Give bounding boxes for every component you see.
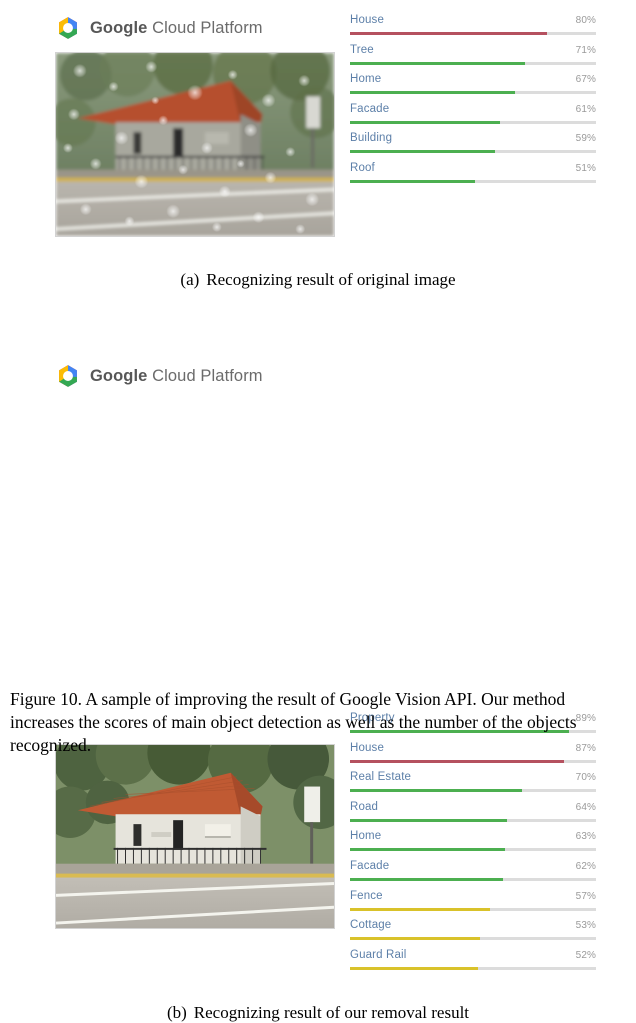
gcp-brand-google-b: Google [90, 366, 148, 385]
vision-result-row: Cottage 53% [350, 919, 596, 949]
vision-result-row: Facade 61% [350, 103, 596, 133]
vision-result-percent: 80% [575, 15, 596, 26]
vision-result-percent: 51% [575, 162, 596, 174]
gcp-brand-google-a: Google [90, 18, 148, 37]
vision-result-bar [350, 120, 501, 124]
gcp-brand-cloud-platform-a: Cloud Platform [147, 18, 263, 37]
vision-result-percent: 59% [575, 133, 596, 145]
gcp-wordmark-b: Google Cloud Platform [90, 367, 263, 386]
vision-result-row: Roof 51% [350, 162, 596, 192]
vision-result-bar [350, 789, 523, 793]
vision-result-bar [350, 150, 496, 154]
gcp-hexagon-icon [55, 363, 81, 389]
vision-result-label: Real Estate [350, 771, 412, 784]
vision-result-track [350, 61, 596, 65]
vision-result-label: House [350, 14, 384, 26]
vision-result-bar [350, 907, 491, 911]
vision-result-label: Tree [350, 43, 374, 56]
vision-result-track [350, 818, 596, 822]
subcaption-b-text: Recognizing result of our removal result [193, 1003, 470, 1022]
vision-result-percent: 71% [575, 44, 596, 56]
source-photo-original [55, 52, 335, 237]
gcp-header-a: Google Cloud Platform [55, 14, 263, 42]
vision-result-track [350, 848, 596, 852]
subcaption-a: (a) Recognizing result of original image [0, 270, 636, 290]
subcaption-a-text: Recognizing result of original image [206, 270, 456, 289]
vision-result-label: Building [350, 132, 393, 145]
vision-result-track [350, 759, 596, 763]
gcp-header-b: Google Cloud Platform [55, 362, 263, 390]
figure-panel-a: Google Cloud Platform House 80% Tree 71%… [0, 0, 636, 300]
vision-result-track [350, 179, 596, 183]
vision-result-bar [350, 966, 478, 970]
vision-result-row: Road 64% [350, 801, 596, 831]
vision-result-track [350, 32, 596, 35]
figure-panel-b: Google Cloud Platform Property 89% House… [0, 348, 636, 1022]
vision-result-bar [350, 877, 503, 881]
subcaption-a-tag: (a) [180, 270, 200, 289]
vision-result-track [350, 91, 596, 95]
vision-result-label: Home [350, 73, 382, 86]
vision-result-percent: 53% [575, 920, 596, 932]
vision-result-bar [350, 818, 508, 822]
vision-result-row: Home 63% [350, 830, 596, 860]
source-photo-removal-result [55, 744, 335, 929]
vision-result-row: Home 67% [350, 73, 596, 103]
vision-result-track [350, 937, 596, 941]
vision-result-label: Facade [350, 102, 390, 115]
vision-result-row: House 80% [350, 14, 596, 44]
vision-result-percent: 52% [575, 949, 596, 961]
vision-result-bar [350, 937, 481, 941]
vision-result-track [350, 120, 596, 124]
vision-result-label: Roof [350, 161, 375, 174]
vision-result-row: Facade 62% [350, 860, 596, 890]
vision-result-bar [350, 61, 525, 65]
gcp-hexagon-icon [55, 15, 81, 41]
vision-result-row: Tree 71% [350, 44, 596, 74]
figure-caption: Figure 10. A sample of improving the res… [10, 689, 577, 756]
gcp-wordmark-a: Google Cloud Platform [90, 19, 263, 38]
vision-result-percent: 63% [575, 831, 596, 843]
vision-result-bar [350, 759, 565, 763]
vision-result-track [350, 966, 596, 970]
subcaption-b: (b) Recognizing result of our removal res… [0, 1003, 636, 1023]
vision-result-row: Fence 57% [350, 890, 596, 920]
vision-result-label: Facade [350, 859, 390, 872]
vision-result-track [350, 150, 596, 154]
vision-result-row: Building 59% [350, 132, 596, 162]
vision-result-bar [350, 179, 476, 183]
vision-results-list-a: House 80% Tree 71% Home 67% Facade 61% Building 5… [350, 14, 596, 192]
vision-result-percent: 57% [575, 890, 596, 902]
vision-result-track [350, 789, 596, 793]
vision-result-percent: 62% [575, 860, 596, 872]
subcaption-b-tag: (b) [166, 1003, 187, 1022]
vision-result-row: Guard Rail 52% [350, 949, 596, 979]
vision-result-bar [350, 91, 515, 95]
vision-result-bar [350, 32, 547, 35]
vision-result-label: Road [350, 800, 379, 813]
gcp-brand-cloud-platform-b: Cloud Platform [147, 366, 263, 385]
vision-result-label: Cottage [350, 919, 392, 932]
vision-result-bar [350, 848, 505, 852]
vision-result-track [350, 877, 596, 881]
vision-result-percent: 70% [575, 772, 596, 784]
vision-result-percent: 61% [575, 103, 596, 115]
vision-result-label: Home [350, 830, 382, 843]
vision-result-percent: 64% [575, 801, 596, 813]
vision-result-percent: 67% [575, 74, 596, 86]
vision-result-label: Fence [350, 889, 383, 902]
vision-result-track [350, 907, 596, 911]
vision-result-label: Guard Rail [350, 948, 407, 961]
